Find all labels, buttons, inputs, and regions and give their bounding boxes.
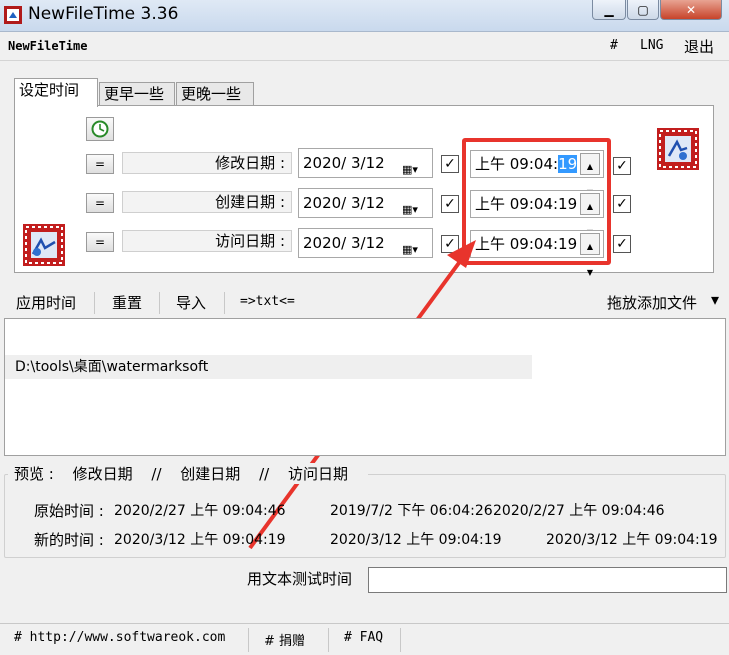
accessed-date-value: 2020/ 3/12 bbox=[303, 234, 385, 252]
new-modified-value: 2020/3/12 上午 09:04:19 bbox=[114, 532, 286, 548]
donate-link[interactable]: # 捐赠 bbox=[264, 630, 305, 649]
created-time-field[interactable]: 上午 09:04:19 ▲▼ bbox=[470, 190, 604, 237]
chevron-down-icon[interactable]: ▾ bbox=[711, 290, 719, 309]
created-date-picker[interactable]: 2020/ 3/12 ▦▾ bbox=[298, 188, 433, 218]
close-button[interactable]: ✕ bbox=[660, 0, 722, 20]
window-title: NewFileTime 3.36 bbox=[28, 4, 179, 24]
new-time-label: 新的时间 : bbox=[34, 531, 104, 549]
created-equal-button[interactable]: = bbox=[86, 193, 114, 213]
txt-export-button[interactable]: =>txt<= bbox=[240, 294, 295, 309]
file-list[interactable]: D:\tools\桌面\watermarksoft bbox=[4, 318, 726, 456]
newfiletime-logo-icon[interactable] bbox=[657, 128, 699, 170]
modified-date-checkbox[interactable]: ✓ bbox=[441, 155, 459, 173]
modified-time-value: 上午 09:04: bbox=[475, 155, 559, 173]
modified-time-spinner[interactable]: ▲▼ bbox=[580, 153, 600, 197]
preview-modified-label: 修改日期 bbox=[72, 465, 133, 483]
new-accessed-value: 2020/3/12 上午 09:04:19 bbox=[546, 532, 718, 548]
test-text-input[interactable] bbox=[368, 567, 727, 593]
spin-up-icon[interactable]: ▲ bbox=[587, 234, 593, 260]
modified-date-label: 修改日期 : bbox=[122, 152, 292, 174]
test-text-label: 用文本测试时间 bbox=[247, 570, 353, 588]
preview-separator: // bbox=[151, 465, 162, 483]
modified-equal-button[interactable]: = bbox=[86, 154, 114, 174]
drop-add-files-button[interactable]: 拖放添加文件 bbox=[607, 292, 697, 313]
accessed-date-checkbox[interactable]: ✓ bbox=[441, 235, 459, 253]
website-link[interactable]: # http://www.softwareok.com bbox=[14, 630, 225, 645]
accessed-time-spinner[interactable]: ▲ ▼ bbox=[580, 233, 600, 277]
accessed-equal-button[interactable]: = bbox=[86, 232, 114, 252]
spin-up-icon[interactable]: ▲ bbox=[587, 154, 593, 180]
created-time-checkbox[interactable]: ✓ bbox=[613, 195, 631, 213]
created-date-label: 创建日期 : bbox=[122, 191, 292, 213]
created-date-checkbox[interactable]: ✓ bbox=[441, 195, 459, 213]
preview-created-label: 创建日期 bbox=[180, 465, 241, 483]
new-created-value: 2020/3/12 上午 09:04:19 bbox=[330, 532, 502, 548]
modified-time-checkbox[interactable]: ✓ bbox=[613, 157, 631, 175]
accessed-date-label: 访问日期 : bbox=[122, 230, 292, 252]
tab-set-time[interactable]: 设定时间 bbox=[14, 78, 98, 107]
spin-up-icon[interactable]: ▲ bbox=[587, 194, 593, 220]
clock-icon bbox=[91, 120, 109, 138]
preview-accessed-label: 访问日期 bbox=[287, 465, 348, 483]
calendar-dropdown-icon[interactable]: ▦▾ bbox=[402, 156, 428, 176]
menu-bar: NewFileTime # LNG 退出 bbox=[0, 33, 729, 61]
reset-button[interactable]: 重置 bbox=[112, 292, 142, 313]
modified-time-field[interactable]: 上午 09:04:19 ▲▼ bbox=[470, 150, 604, 197]
tab-later[interactable]: 更晚一些 bbox=[176, 82, 254, 106]
created-time-value: 上午 09:04:19 bbox=[475, 195, 578, 213]
status-bar: # http://www.softwareok.com # 捐赠 # FAQ bbox=[0, 623, 729, 655]
tab-earlier[interactable]: 更早一些 bbox=[99, 82, 175, 106]
original-accessed-value: 2020/2/27 上午 09:04:46 bbox=[493, 503, 665, 519]
apply-time-button[interactable]: 应用时间 bbox=[16, 292, 76, 313]
created-date-value: 2020/ 3/12 bbox=[303, 194, 385, 212]
original-created-value: 2019/7/2 下午 06:04:26 bbox=[330, 503, 493, 519]
folder-time-icon[interactable] bbox=[23, 224, 65, 266]
accessed-time-field[interactable]: 上午 09:04:19 ▲ ▼ bbox=[470, 230, 604, 277]
accessed-date-picker[interactable]: 2020/ 3/12 ▦▾ bbox=[298, 228, 433, 258]
accessed-time-value: 上午 09:04:19 bbox=[475, 235, 578, 253]
modified-date-value: 2020/ 3/12 bbox=[303, 154, 385, 172]
original-time-label: 原始时间 : bbox=[34, 502, 104, 520]
now-clock-button[interactable] bbox=[86, 117, 114, 141]
created-time-spinner[interactable]: ▲▼ bbox=[580, 193, 600, 237]
list-item[interactable]: D:\tools\桌面\watermarksoft bbox=[5, 355, 532, 379]
title-bar: NewFileTime 3.36 ▁ ▢ ✕ bbox=[0, 0, 729, 32]
spin-down-icon[interactable]: ▼ bbox=[587, 260, 593, 286]
menu-language[interactable]: LNG bbox=[640, 38, 663, 53]
menu-exit[interactable]: 退出 bbox=[684, 36, 714, 57]
preview-label: 预览 : bbox=[14, 465, 54, 483]
calendar-dropdown-icon[interactable]: ▦▾ bbox=[402, 196, 428, 216]
modified-time-selected-seconds[interactable]: 19 bbox=[558, 155, 578, 173]
menu-hash[interactable]: # bbox=[610, 38, 618, 53]
action-toolbar: 应用时间 重置 导入 =>txt<= 拖放添加文件 ▾ bbox=[0, 288, 729, 318]
maximize-button[interactable]: ▢ bbox=[627, 0, 659, 20]
original-modified-value: 2020/2/27 上午 09:04:46 bbox=[114, 503, 286, 519]
preview-separator: // bbox=[259, 465, 270, 483]
calendar-dropdown-icon[interactable]: ▦▾ bbox=[402, 236, 428, 256]
import-button[interactable]: 导入 bbox=[176, 292, 206, 313]
faq-link[interactable]: # FAQ bbox=[344, 630, 383, 645]
accessed-time-checkbox[interactable]: ✓ bbox=[613, 235, 631, 253]
preview-legend: 预览 : 修改日期 // 创建日期 // 访问日期 bbox=[8, 463, 368, 484]
modified-date-picker[interactable]: 2020/ 3/12 ▦▾ bbox=[298, 148, 433, 178]
menu-app-label: NewFileTime bbox=[8, 39, 88, 53]
app-icon bbox=[4, 6, 22, 24]
minimize-button[interactable]: ▁ bbox=[592, 0, 626, 20]
